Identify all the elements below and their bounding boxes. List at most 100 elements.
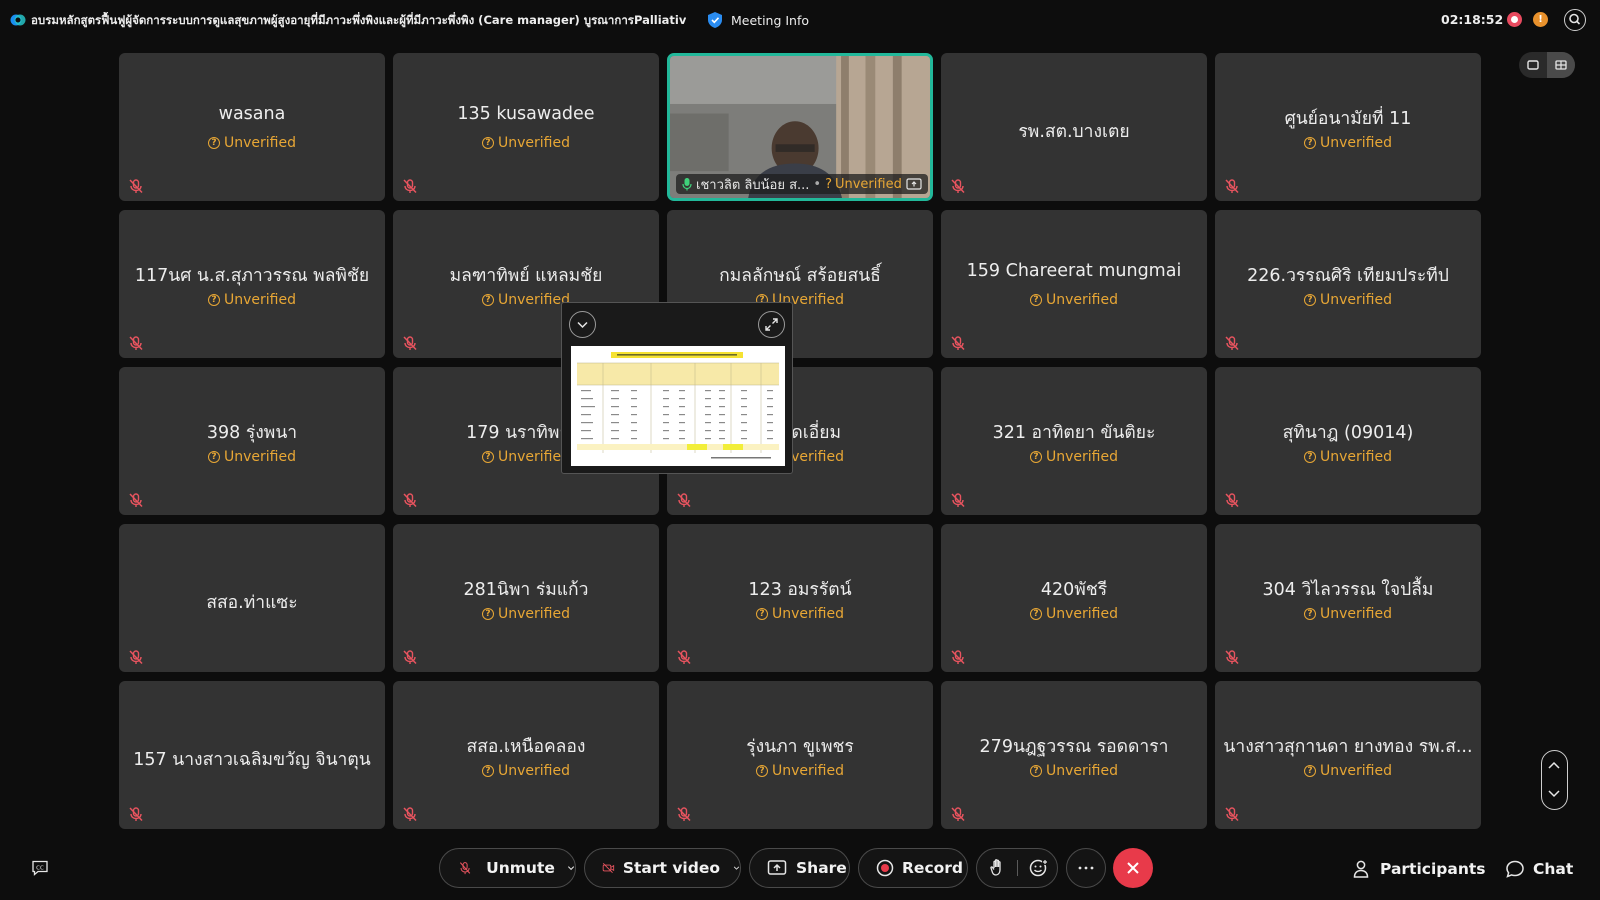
- participant-tile[interactable]: 281นิพา ร่มแก้ว? Unverified: [393, 524, 659, 672]
- unverified-badge: ? Unverified: [1215, 606, 1481, 622]
- expand-share-button[interactable]: [758, 311, 785, 338]
- muted-microphone-icon: [128, 178, 144, 194]
- participant-tile[interactable]: รุ่งนภา ขูเพชร? Unverified: [667, 681, 933, 829]
- participant-name: 281นิพา ร่มแก้ว: [463, 580, 589, 600]
- muted-microphone-icon: [676, 806, 692, 822]
- video-caption: เชาวลิต ลิบน้อย ส... •? Unverified: [676, 174, 928, 194]
- start-video-label: Start video: [622, 859, 720, 877]
- participant-name: นางสาวสุกานดา ยางทอง รพ.ส...: [1223, 737, 1473, 757]
- unverified-label: Unverified: [772, 763, 844, 779]
- participant-tile[interactable]: รพ.สต.บางเตย: [941, 53, 1207, 201]
- unverified-badge: ? Unverified: [119, 135, 385, 151]
- participant-tile[interactable]: 226.วรรณศิริ เทียมประทีป ? Unverified: [1215, 210, 1481, 358]
- unverified-icon: ?: [1304, 765, 1316, 777]
- participant-tile[interactable]: 159 Chareerat mungmai ? Unverified: [941, 210, 1207, 358]
- participant-tile[interactable]: 117นศ น.ส.สุภาวรรณ พลพิชัย? Unverified: [119, 210, 385, 358]
- chat-button[interactable]: Chat: [1505, 858, 1573, 880]
- share-button[interactable]: Share: [749, 848, 850, 888]
- caption-separator: •: [813, 176, 822, 192]
- chevron-down-icon[interactable]: [1542, 780, 1566, 808]
- participant-name: 135 kusawadee: [457, 104, 595, 124]
- close-icon: [1127, 862, 1139, 874]
- unverified-label: Unverified: [1320, 606, 1392, 622]
- grid-view-icon: [1555, 60, 1567, 70]
- participant-name: 398 รุ่งพนา: [206, 423, 298, 443]
- stage-layout-button[interactable]: [1519, 52, 1547, 78]
- participant-tile[interactable]: 321 อาทิตยา ขันติยะ? Unverified: [941, 367, 1207, 515]
- unverified-badge: ? Unverified: [1215, 292, 1481, 308]
- reactions-emoji-icon[interactable]: [1029, 858, 1049, 878]
- participant-name: 159 Chareerat mungmai: [966, 261, 1182, 281]
- warning-indicator-icon[interactable]: [1533, 12, 1548, 27]
- participants-button[interactable]: Participants: [1352, 858, 1486, 880]
- shared-content-preview[interactable]: [561, 302, 793, 474]
- participant-tile[interactable]: 157 นางสาวเฉลิมขวัญ จินาตุน: [119, 681, 385, 829]
- muted-microphone-icon: [402, 806, 418, 822]
- muted-microphone-icon: [1224, 335, 1240, 351]
- participant-name: สสอ.เหนือคลอง: [466, 737, 586, 757]
- participant-name: 420พัชรี: [1040, 580, 1108, 600]
- grid-page-scroll[interactable]: [1541, 750, 1568, 810]
- participant-tile[interactable]: ศูนย์อนามัยที่ 11? Unverified: [1215, 53, 1481, 201]
- webex-logo-icon: [10, 14, 26, 26]
- participant-tile[interactable]: 123 อมรรัตน์? Unverified: [667, 524, 933, 672]
- start-video-button[interactable]: Start video: [584, 848, 741, 888]
- muted-microphone-icon: [950, 335, 966, 351]
- collapse-share-button[interactable]: [569, 311, 596, 338]
- recording-indicator-icon[interactable]: [1507, 12, 1522, 27]
- chevron-down-icon[interactable]: [567, 862, 575, 874]
- participants-label: Participants: [1380, 860, 1486, 878]
- participant-tile[interactable]: wasana? Unverified: [119, 53, 385, 201]
- participant-tile[interactable]: 279นฎฐวรรณ รอดดารา? Unverified: [941, 681, 1207, 829]
- unverified-icon: ?: [208, 137, 220, 149]
- participant-tile[interactable]: 398 รุ่งพนา ? Unverified: [119, 367, 385, 515]
- participant-tile[interactable]: 304 วิไลวรรณ ใจปลื้ม? Unverified: [1215, 524, 1481, 672]
- unverified-label: Unverified: [834, 176, 902, 192]
- reactions-group: [976, 848, 1058, 888]
- participant-name: 279นฎฐวรรณ รอดดารา: [979, 737, 1169, 757]
- muted-microphone-icon: [402, 492, 418, 508]
- unverified-badge: ? Unverified: [1215, 135, 1481, 151]
- participant-name: 226.วรรณศิริ เทียมประทีป: [1247, 266, 1449, 286]
- chat-label: Chat: [1533, 860, 1574, 878]
- unverified-icon: ?: [1030, 294, 1042, 306]
- chevron-down-icon[interactable]: [733, 862, 740, 874]
- closed-captions-icon[interactable]: CC: [31, 860, 49, 876]
- participant-tile[interactable]: สสอ.เหนือคลอง? Unverified: [393, 681, 659, 829]
- more-options-button[interactable]: [1066, 848, 1106, 888]
- participant-name: 123 อมรรัตน์: [748, 580, 852, 600]
- unmute-label: Unmute: [486, 859, 555, 877]
- unmute-button[interactable]: Unmute: [439, 848, 576, 888]
- zoom-magnifier-button[interactable]: [1564, 9, 1586, 31]
- muted-microphone-icon: [128, 806, 144, 822]
- participant-tile[interactable]: เชาวลิต ลิบน้อย ส... •? Unverified: [667, 53, 933, 201]
- muted-microphone-icon: [1224, 492, 1240, 508]
- participant-name: มลฑาทิพย์ แหลมชัย: [449, 266, 603, 286]
- unverified-badge: ? Unverified: [667, 763, 933, 779]
- muted-microphone-icon: [1224, 649, 1240, 665]
- unverified-label: Unverified: [1046, 449, 1118, 465]
- unverified-icon: ?: [208, 294, 220, 306]
- unverified-label: Unverified: [1320, 763, 1392, 779]
- participant-tile[interactable]: 135 kusawadee? Unverified: [393, 53, 659, 201]
- raise-hand-icon[interactable]: [989, 858, 1007, 878]
- muted-microphone-icon: [128, 335, 144, 351]
- grid-layout-button[interactable]: [1547, 52, 1575, 78]
- unverified-badge: ? Unverified: [119, 449, 385, 465]
- unverified-badge: ? Unverified: [941, 292, 1207, 308]
- participant-name: รพ.สต.บางเตย: [1018, 122, 1130, 142]
- unverified-label: Unverified: [498, 135, 570, 151]
- participant-tile[interactable]: นางสาวสุกานดา ยางทอง รพ.ส...? Unverified: [1215, 681, 1481, 829]
- shared-document: [571, 346, 785, 466]
- participant-tile[interactable]: สุทินาฎ (09014)? Unverified: [1215, 367, 1481, 515]
- meeting-info-button[interactable]: Meeting Info: [708, 10, 809, 30]
- chevron-up-icon[interactable]: [1542, 752, 1566, 780]
- shared-spreadsheet-thumbnail: [571, 346, 785, 466]
- record-button[interactable]: Record: [858, 848, 968, 888]
- leave-meeting-button[interactable]: [1113, 848, 1153, 888]
- participant-tile[interactable]: 420พัชรี? Unverified: [941, 524, 1207, 672]
- unverified-icon: ?: [482, 765, 494, 777]
- unverified-label: Unverified: [498, 292, 570, 308]
- participant-tile[interactable]: สสอ.ท่าแซะ: [119, 524, 385, 672]
- unverified-badge: ? Unverified: [1215, 763, 1481, 779]
